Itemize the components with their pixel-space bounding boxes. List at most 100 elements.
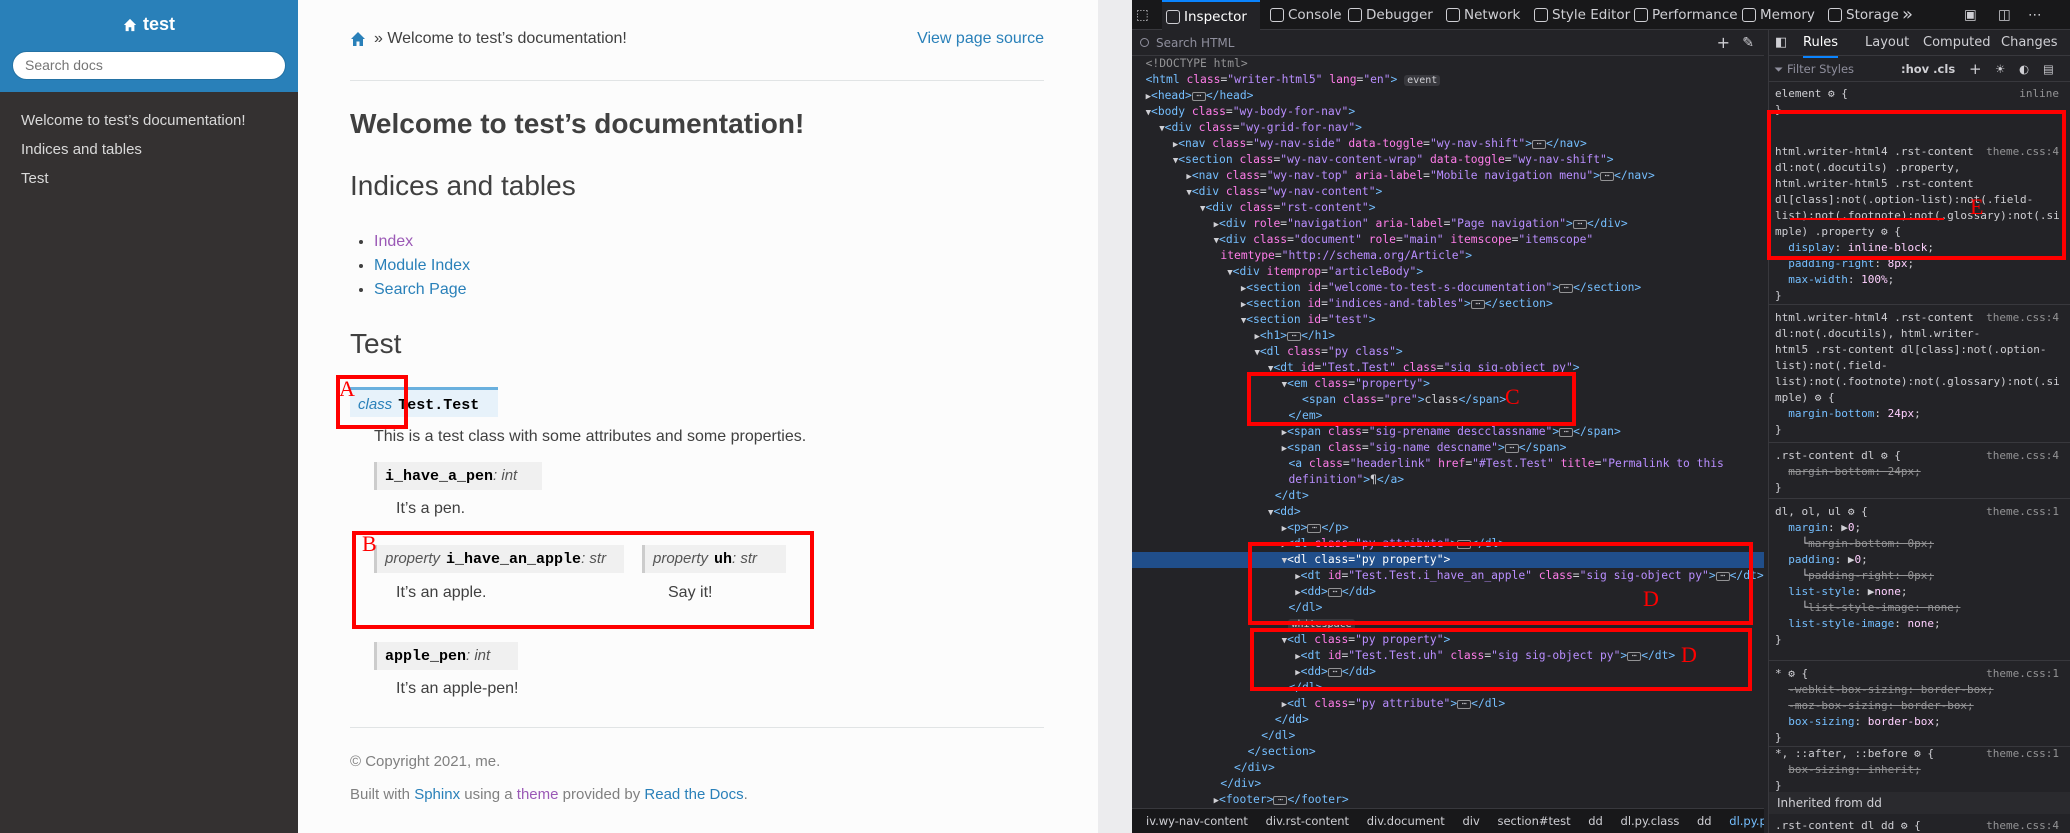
divider xyxy=(350,80,1044,81)
dom-node[interactable]: ▶<nav class="wy-nav-side" data-toggle="w… xyxy=(1132,136,1764,152)
heading-test: Test xyxy=(350,328,402,359)
css-rule[interactable]: *, ::after, ::before ⚙ {theme.css:1 box-… xyxy=(1775,746,2065,794)
dom-node[interactable]: ▶<dl class="py attribute"> ⋯ </dl> xyxy=(1132,696,1764,712)
dom-node[interactable]: ▶<section id="indices-and-tables"> ⋯ </sec… xyxy=(1132,296,1764,312)
dom-node[interactable]: definition">¶</a> xyxy=(1132,472,1764,488)
dom-node[interactable]: </dd> xyxy=(1132,712,1764,728)
dom-node[interactable]: itemtype="http://schema.org/Article"> xyxy=(1132,248,1764,264)
css-rule[interactable]: * ⚙ {theme.css:1 -webkit-box-sizing: bor… xyxy=(1775,666,2065,746)
inherited-dd-header: Inherited from dd xyxy=(1769,792,2070,814)
sidebar-header: test xyxy=(0,0,298,92)
dom-node[interactable]: ▼<dl class="py class"> xyxy=(1132,344,1764,360)
dom-node[interactable]: ▼<div class="document" role="main" items… xyxy=(1132,232,1764,248)
dom-node[interactable]: </dt> xyxy=(1132,488,1764,504)
node-crumb[interactable]: iv.wy-nav-content xyxy=(1146,814,1248,828)
light-theme-icon[interactable]: ☀ xyxy=(1995,56,2005,82)
index-link[interactable]: Index xyxy=(374,233,413,250)
css-rule[interactable]: .rst-content dl dd ⚙ {theme.css:4 line-h… xyxy=(1775,818,2065,833)
tab-storage[interactable]: Storage xyxy=(1824,0,1899,30)
css-rule[interactable]: html.writer-html4 .rst-content theme.css:… xyxy=(1775,310,2065,438)
node-crumb[interactable]: dl.py.class xyxy=(1621,814,1680,828)
dom-node[interactable]: ▼<div itemprop="articleBody"> xyxy=(1132,264,1764,280)
sidebar-item-test[interactable]: Test xyxy=(0,164,298,193)
dom-node[interactable]: ▼<body class="wy-body-for-nav"> xyxy=(1132,104,1764,120)
module-index-link[interactable]: Module Index xyxy=(374,257,470,274)
dom-node[interactable]: </div> xyxy=(1132,760,1764,776)
dom-node[interactable]: ▶<div role="navigation" aria-label="Page… xyxy=(1132,216,1764,232)
attr-name: apple_pen xyxy=(385,648,467,665)
dom-node[interactable]: </dl> xyxy=(1132,728,1764,744)
footer-text: Built with xyxy=(350,786,411,803)
eyedropper-icon[interactable]: ✎ xyxy=(1742,30,1754,56)
tab-network[interactable]: Network xyxy=(1442,0,1520,30)
tab-computed[interactable]: Computed xyxy=(1923,30,1991,56)
node-crumb[interactable]: div.document xyxy=(1367,814,1445,828)
dom-node[interactable]: ▶<span class="sig-prename descclassname"… xyxy=(1132,424,1764,440)
dom-node[interactable]: ▼<dd> xyxy=(1132,504,1764,520)
dom-node[interactable]: ▶<footer> ⋯ </footer> xyxy=(1132,792,1764,808)
dom-node[interactable]: ▼<div class="wy-grid-for-nav"> xyxy=(1132,120,1764,136)
dom-node[interactable]: ▶<section id="welcome-to-test-s-document… xyxy=(1132,280,1764,296)
attr-name: i_have_a_pen xyxy=(385,468,494,485)
tab-changes[interactable]: Changes xyxy=(2001,30,2058,56)
screenshot-icon[interactable]: ▣ xyxy=(1964,0,1977,30)
node-crumb[interactable]: dd xyxy=(1697,814,1712,828)
dom-node[interactable]: ▼<div class="wy-nav-content"> xyxy=(1132,184,1764,200)
search-input[interactable] xyxy=(12,50,286,80)
dom-node[interactable]: ▼<section class="wy-nav-content-wrap" da… xyxy=(1132,152,1764,168)
more-tabs-icon[interactable]: » xyxy=(1902,0,1913,30)
element-picker-icon[interactable]: ⬚ xyxy=(1136,0,1158,30)
home-icon[interactable] xyxy=(350,31,366,47)
dom-node[interactable]: <!DOCTYPE html> xyxy=(1132,56,1764,72)
dom-node[interactable]: ▶<p> ⋯ </p> xyxy=(1132,520,1764,536)
sidebar-item-indices[interactable]: Indices and tables xyxy=(0,135,298,164)
tab-style-editor[interactable]: Style Editor xyxy=(1530,0,1630,30)
dom-node[interactable]: ▶<head> ⋯ </head> xyxy=(1132,88,1764,104)
css-rule[interactable]: .rst-content dl ⚙ {theme.css:4 margin-bo… xyxy=(1775,448,2065,496)
pseudo-class-toggles[interactable]: :hov .cls xyxy=(1901,56,1955,82)
css-rule[interactable]: dl, ol, ul ⚙ {theme.css:1 margin: ▶0; └m… xyxy=(1775,504,2065,648)
dom-node[interactable]: </section> xyxy=(1132,744,1764,760)
rtd-link[interactable]: Read the Docs xyxy=(644,786,743,803)
node-crumb[interactable]: div.rst-content xyxy=(1266,814,1349,828)
search-page-link[interactable]: Search Page xyxy=(374,281,467,298)
dom-node[interactable]: ▼<section id="test"> xyxy=(1132,312,1764,328)
project-link[interactable]: test xyxy=(123,14,175,35)
view-source-link[interactable]: View page source xyxy=(917,30,1044,48)
node-crumb[interactable]: div xyxy=(1462,814,1479,828)
dom-node[interactable]: </div> xyxy=(1132,776,1764,792)
dom-node[interactable]: <a class="headerlink" href="#Test.Test" … xyxy=(1132,456,1764,472)
dom-node[interactable]: <html class="writer-html5" lang="en"> ev… xyxy=(1132,72,1764,88)
tab-console[interactable]: Console xyxy=(1266,0,1342,30)
tab-rules[interactable]: Rules xyxy=(1803,30,1839,58)
print-icon[interactable]: ▤ xyxy=(2043,56,2054,82)
tab-layout[interactable]: Layout xyxy=(1865,30,1909,56)
tab-memory[interactable]: Memory xyxy=(1738,0,1815,30)
tab-performance[interactable]: Performance xyxy=(1630,0,1738,30)
node-crumb[interactable]: dd xyxy=(1588,814,1603,828)
sphinx-link[interactable]: Sphinx xyxy=(414,786,460,803)
filter-placeholder: Filter Styles xyxy=(1787,62,1855,76)
sidebar-item-welcome[interactable]: Welcome to test’s documentation! xyxy=(0,106,298,135)
overflow-menu-icon[interactable]: ⋯ xyxy=(2028,0,2042,30)
dom-node[interactable]: ▶<h1> ⋯ </h1> xyxy=(1132,328,1764,344)
home-icon xyxy=(123,18,137,31)
search-icon xyxy=(1140,38,1149,47)
class-name: Test.Test xyxy=(398,397,480,414)
page-gutter xyxy=(1098,0,1132,833)
html-search[interactable]: Search HTML + ✎ xyxy=(1132,30,1764,56)
dom-node[interactable]: ▶<span class="sig-name descname"> ⋯ </span… xyxy=(1132,440,1764,456)
sidebar-toggle-icon[interactable]: ◧ xyxy=(1775,30,1787,56)
add-rule-icon[interactable]: + xyxy=(1969,56,1982,82)
node-crumb[interactable]: dl.py.property xyxy=(1729,814,1764,828)
dark-theme-icon[interactable]: ◐ xyxy=(2019,56,2029,82)
theme-link[interactable]: theme xyxy=(517,786,559,803)
tab-debugger[interactable]: Debugger xyxy=(1344,0,1433,30)
filter-styles[interactable]: ⏷ Filter Styles :hov .cls + ☀ ◐ ▤ xyxy=(1769,56,2070,82)
node-crumb[interactable]: section#test xyxy=(1497,814,1570,828)
dom-node[interactable]: ▼<div class="rst-content"> xyxy=(1132,200,1764,216)
dom-node[interactable]: ▶<nav class="wy-nav-top" aria-label="Mob… xyxy=(1132,168,1764,184)
dock-icon[interactable]: ◫ xyxy=(1998,0,2011,30)
add-node-icon[interactable]: + xyxy=(1717,30,1730,56)
tab-inspector[interactable]: Inspector xyxy=(1162,0,1260,30)
